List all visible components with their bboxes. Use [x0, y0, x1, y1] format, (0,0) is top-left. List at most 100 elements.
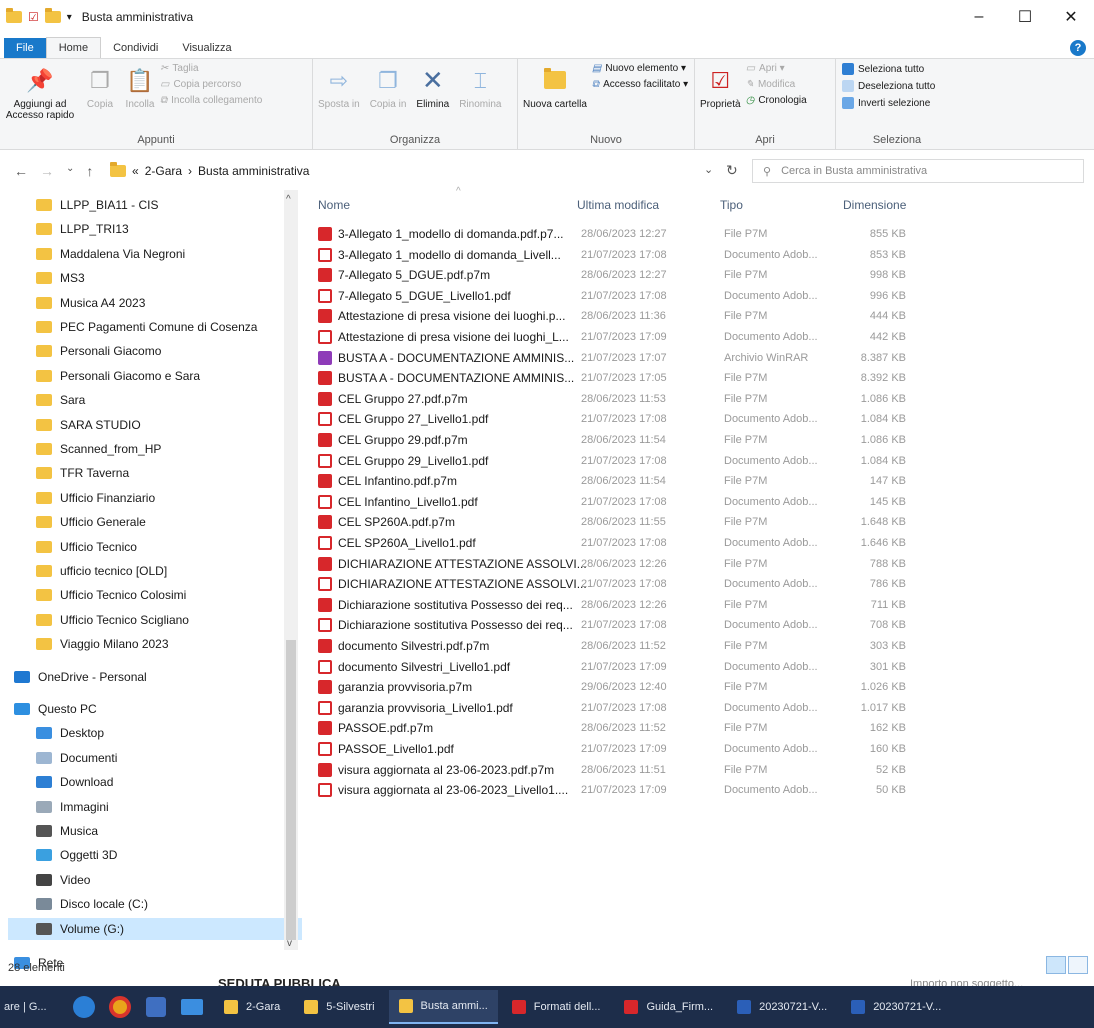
- nav-item[interactable]: Documenti: [36, 747, 117, 769]
- file-row[interactable]: CEL Infantino_Livello1.pdf 21/07/2023 17:…: [318, 492, 906, 512]
- back-arrow-icon[interactable]: ←: [14, 163, 28, 179]
- file-row[interactable]: 3-Allegato 1_modello di domanda_Livell..…: [318, 245, 906, 265]
- file-row[interactable]: garanzia provvisoria_Livello1.pdf 21/07/2…: [318, 698, 906, 718]
- nav-item[interactable]: Maddalena Via Negroni: [36, 243, 185, 265]
- qat-dropdown-icon[interactable]: ▾: [67, 12, 72, 23]
- tab-file[interactable]: File: [4, 38, 46, 58]
- minimize-button[interactable]: –: [956, 0, 1002, 34]
- taskbar-window-button[interactable]: 20230721-V...: [841, 990, 951, 1024]
- edge-icon[interactable]: [69, 992, 99, 1022]
- breadcrumb-2-gara[interactable]: 2-Gara: [145, 164, 182, 178]
- new-item-button[interactable]: ▤ Nuovo elemento ▾: [592, 63, 688, 74]
- nav-item[interactable]: OneDrive - Personal: [14, 666, 147, 688]
- file-row[interactable]: visura aggiornata al 23-06-2023.pdf.p7m 2…: [318, 760, 906, 780]
- file-row[interactable]: garanzia provvisoria.p7m 29/06/2023 12:40…: [318, 677, 906, 697]
- file-row[interactable]: documento Silvestri_Livello1.pdf 21/07/20…: [318, 657, 906, 677]
- file-row[interactable]: 7-Allegato 5_DGUE.pdf.p7m 28/06/2023 12:2…: [318, 265, 906, 285]
- file-row[interactable]: CEL SP260A_Livello1.pdf 21/07/2023 17:08 D…: [318, 533, 906, 553]
- address-bar[interactable]: « 2-Gara › Busta amministrativa: [110, 160, 700, 182]
- nav-item[interactable]: Disco locale (C:): [36, 893, 148, 915]
- nav-scroll-down-icon[interactable]: v: [287, 938, 292, 949]
- file-row[interactable]: Attestazione di presa visione dei luoghi…: [318, 306, 906, 326]
- nav-item[interactable]: Desktop: [36, 722, 104, 744]
- column-header-type[interactable]: Tipo: [720, 198, 743, 212]
- maximize-button[interactable]: ☐: [1002, 0, 1048, 34]
- taskbar-window-button[interactable]: 2-Gara: [214, 990, 290, 1024]
- nav-scroll-up-icon[interactable]: ^: [286, 194, 291, 205]
- details-view-icon[interactable]: [1046, 956, 1066, 974]
- cut-button[interactable]: ✂ Taglia: [160, 63, 262, 74]
- nav-item[interactable]: SARA STUDIO: [36, 414, 141, 436]
- taskbar-window-button[interactable]: Busta ammi...: [388, 990, 498, 1024]
- nav-item[interactable]: Ufficio Generale: [36, 511, 146, 533]
- help-icon[interactable]: ?: [1070, 40, 1086, 56]
- nav-item[interactable]: Personali Giacomo e Sara: [36, 365, 200, 387]
- mail-icon[interactable]: [177, 992, 207, 1022]
- file-row[interactable]: BUSTA A - DOCUMENTAZIONE AMMINIS... 21/07…: [318, 368, 906, 388]
- file-row[interactable]: CEL SP260A.pdf.p7m 28/06/2023 11:55 File P…: [318, 512, 906, 532]
- breadcrumb-busta-amministrativa[interactable]: Busta amministrativa: [198, 164, 309, 178]
- nav-item[interactable]: Video: [36, 869, 90, 891]
- up-arrow-icon[interactable]: ↑: [86, 163, 93, 179]
- file-row[interactable]: CEL Gruppo 27_Livello1.pdf 21/07/2023 17:…: [318, 409, 906, 429]
- store-icon[interactable]: [141, 992, 171, 1022]
- taskbar-window-button[interactable]: Guida_Firm...: [614, 990, 723, 1024]
- select-none-button[interactable]: Deseleziona tutto: [842, 80, 935, 92]
- refresh-icon[interactable]: ↻: [726, 162, 738, 179]
- large-icons-view-icon[interactable]: [1068, 956, 1088, 974]
- taskbar-window-button[interactable]: Formati dell...: [502, 990, 611, 1024]
- search-box[interactable]: ⚲ Cerca in Busta amministrativa: [752, 159, 1084, 183]
- file-row[interactable]: 7-Allegato 5_DGUE_Livello1.pdf 21/07/2023…: [318, 286, 906, 306]
- nav-item[interactable]: Musica A4 2023: [36, 292, 145, 314]
- file-row[interactable]: Dichiarazione sostitutiva Possesso dei r…: [318, 595, 906, 615]
- tab-home[interactable]: Home: [45, 37, 102, 58]
- file-row[interactable]: documento Silvestri.pdf.p7m 28/06/2023 11…: [318, 636, 906, 656]
- tab-visualizza[interactable]: Visualizza: [170, 38, 243, 58]
- file-row[interactable]: 3-Allegato 1_modello di domanda.pdf.p7..…: [318, 224, 906, 244]
- column-header-size[interactable]: Dimensione: [843, 198, 906, 212]
- taskbar-window-button[interactable]: 5-Silvestri: [294, 990, 384, 1024]
- address-dropdown-icon[interactable]: ⌄: [704, 163, 713, 176]
- nav-item[interactable]: LLPP_TRI13: [36, 218, 129, 240]
- nav-item[interactable]: Sara: [36, 389, 85, 411]
- paste-shortcut-button[interactable]: ⧉ Incolla collegamento: [160, 95, 262, 106]
- nav-item[interactable]: Questo PC: [14, 698, 97, 720]
- forward-arrow-icon[interactable]: →: [40, 163, 54, 179]
- file-row[interactable]: DICHIARAZIONE ATTESTAZIONE ASSOLVI... 21/…: [318, 574, 906, 594]
- edit-button[interactable]: ✎ Modifica: [746, 79, 807, 90]
- chrome-icon[interactable]: [105, 992, 135, 1022]
- file-row[interactable]: Attestazione di presa visione dei luoghi…: [318, 327, 906, 347]
- file-row[interactable]: CEL Infantino.pdf.p7m 28/06/2023 11:54 Fil…: [318, 471, 906, 491]
- nav-item[interactable]: Personali Giacomo: [36, 340, 161, 362]
- properties-qat-icon[interactable]: ☑: [28, 10, 39, 24]
- history-button[interactable]: ◷ Cronologia: [746, 95, 807, 106]
- new-folder-qat-icon[interactable]: [44, 8, 61, 23]
- nav-item[interactable]: TFR Taverna: [36, 462, 129, 484]
- nav-item[interactable]: Viaggio Milano 2023: [36, 633, 169, 655]
- easy-access-button[interactable]: ⧉ Accesso facilitato ▾: [592, 79, 688, 90]
- nav-item[interactable]: LLPP_BIA11 - CIS: [36, 194, 159, 216]
- file-row[interactable]: visura aggiornata al 23-06-2023_Livello1…: [318, 780, 906, 800]
- nav-item[interactable]: PEC Pagamenti Comune di Cosenza: [36, 316, 257, 338]
- taskbar-window-button[interactable]: 20230721-V...: [727, 990, 837, 1024]
- file-row[interactable]: CEL Gruppo 29.pdf.p7m 28/06/2023 11:54 Fil…: [318, 430, 906, 450]
- search-input[interactable]: Cerca in Busta amministrativa: [781, 165, 927, 177]
- copy-path-button[interactable]: ▭ Copia percorso: [160, 79, 262, 90]
- nav-item[interactable]: ufficio tecnico [OLD]: [36, 560, 167, 582]
- nav-scrollbar-thumb[interactable]: [286, 640, 296, 940]
- file-row[interactable]: BUSTA A - DOCUMENTAZIONE AMMINIS... 21/07…: [318, 348, 906, 368]
- file-row[interactable]: CEL Gruppo 27.pdf.p7m 28/06/2023 11:53 Fil…: [318, 389, 906, 409]
- nav-item[interactable]: Musica: [36, 820, 98, 842]
- file-row[interactable]: CEL Gruppo 29_Livello1.pdf 21/07/2023 17:…: [318, 451, 906, 471]
- file-row[interactable]: Dichiarazione sostitutiva Possesso dei r…: [318, 615, 906, 635]
- tab-condividi[interactable]: Condividi: [101, 38, 170, 58]
- file-row[interactable]: DICHIARAZIONE ATTESTAZIONE ASSOLVI... 28/…: [318, 554, 906, 574]
- nav-item[interactable]: Scanned_from_HP: [36, 438, 161, 460]
- column-header-name[interactable]: Nome: [318, 198, 350, 212]
- nav-item[interactable]: Volume (G:): [8, 917, 302, 940]
- invert-selection-button[interactable]: Inverti selezione: [842, 97, 935, 109]
- open-button[interactable]: ▭ Apri ▾: [746, 63, 807, 74]
- nav-item[interactable]: Ufficio Tecnico Scigliano: [36, 609, 189, 631]
- file-row[interactable]: PASSOE_Livello1.pdf 21/07/2023 17:09 Docum…: [318, 739, 906, 759]
- recent-dropdown-icon[interactable]: ⌄: [66, 163, 74, 179]
